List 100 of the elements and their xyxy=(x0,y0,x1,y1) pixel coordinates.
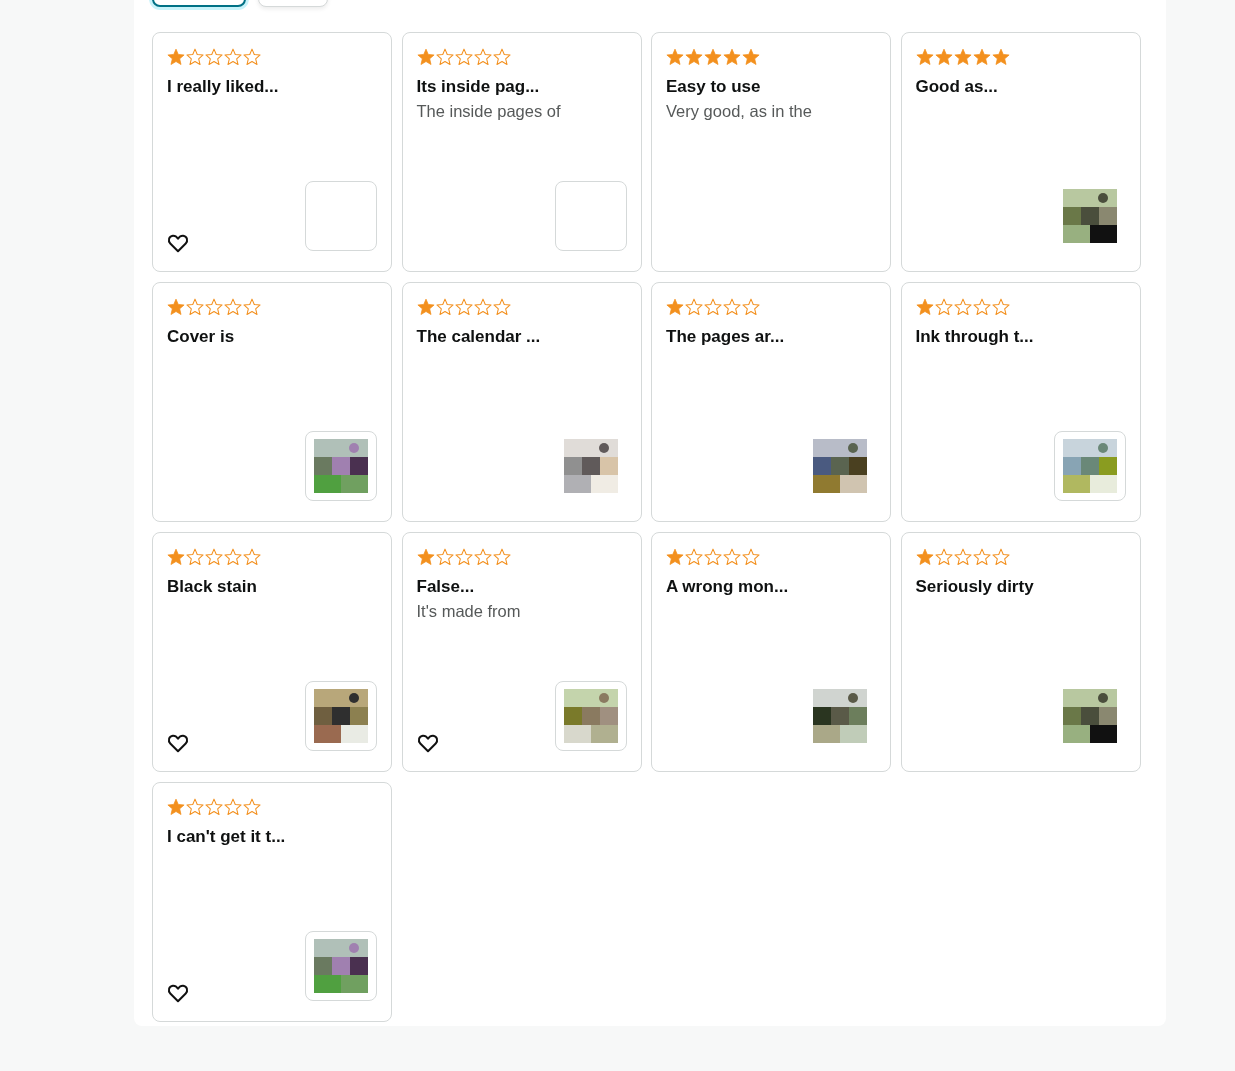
review-text: Very good, as in the xyxy=(666,101,813,122)
review-card[interactable]: Black stain xyxy=(152,532,392,772)
review-title: The calendar ... xyxy=(416,326,542,348)
star-icon xyxy=(723,48,741,66)
star-icon xyxy=(972,298,991,316)
star-icon xyxy=(435,48,454,66)
review-text: It's made from xyxy=(416,601,522,622)
star-icon xyxy=(205,798,223,816)
star-icon xyxy=(186,798,204,816)
review-title: Ink through t... xyxy=(915,326,1035,348)
star-icon xyxy=(473,548,492,566)
review-card[interactable]: The calendar ... xyxy=(401,282,642,522)
star-icon xyxy=(953,548,972,566)
star-icon xyxy=(243,548,261,566)
star-icon xyxy=(492,48,511,66)
star-icon xyxy=(685,298,703,316)
star-icon xyxy=(435,298,454,316)
star-icon xyxy=(934,298,953,316)
star-icon xyxy=(723,298,741,316)
star-icon xyxy=(915,48,934,66)
star-icon xyxy=(435,548,454,566)
star-icon xyxy=(915,298,934,316)
review-card[interactable]: A wrong mon... xyxy=(651,532,891,772)
star-icon xyxy=(167,798,185,816)
star-icon xyxy=(186,548,204,566)
review-card[interactable]: I really liked... xyxy=(152,32,392,272)
review-card[interactable]: I can't get it t... xyxy=(152,782,392,1022)
review-card[interactable]: The pages ar... xyxy=(651,282,891,522)
star-icon xyxy=(934,48,953,66)
star-icon xyxy=(685,48,703,66)
star-icon xyxy=(666,548,684,566)
star-icon xyxy=(953,48,972,66)
review-card[interactable]: Seriously dirty xyxy=(900,532,1141,772)
star-icon xyxy=(186,48,204,66)
review-card[interactable]: Cover is xyxy=(152,282,392,522)
review-title: Black stain xyxy=(167,576,258,598)
star-icon xyxy=(224,48,242,66)
star-icon xyxy=(685,548,703,566)
star-icon xyxy=(243,798,261,816)
star-icon xyxy=(205,298,223,316)
star-icon xyxy=(704,48,722,66)
review-image[interactable] xyxy=(305,431,377,501)
star-icon xyxy=(205,48,223,66)
review-title: Good as... xyxy=(915,76,999,98)
review-text: The inside pages of xyxy=(416,101,562,122)
star-icon xyxy=(205,548,223,566)
star-icon xyxy=(934,548,953,566)
star-icon xyxy=(742,298,760,316)
review-card[interactable]: False... It's made from xyxy=(401,532,642,772)
star-icon xyxy=(492,298,511,316)
star-icon xyxy=(666,48,684,66)
star-icon xyxy=(953,298,972,316)
review-card[interactable]: Its inside pag... The inside pages of xyxy=(401,32,642,272)
star-icon xyxy=(454,48,473,66)
star-icon xyxy=(416,298,435,316)
review-title: Its inside pag... xyxy=(416,76,541,98)
star-icon xyxy=(723,548,741,566)
star-icon xyxy=(704,548,722,566)
star-icon xyxy=(243,48,261,66)
review-card[interactable]: Easy to use Very good, as in the xyxy=(651,32,891,272)
star-icon xyxy=(243,298,261,316)
star-icon xyxy=(972,48,991,66)
star-icon xyxy=(915,548,934,566)
review-card[interactable]: Ink through t... xyxy=(900,282,1141,522)
star-icon xyxy=(972,548,991,566)
star-icon xyxy=(473,48,492,66)
review-title: The pages ar... xyxy=(666,326,786,348)
heart-icon[interactable] xyxy=(416,733,439,753)
star-icon xyxy=(167,548,185,566)
star-icon xyxy=(224,548,242,566)
star-icon xyxy=(167,298,185,316)
review-title: I really liked... xyxy=(167,76,280,98)
review-title: Seriously dirty xyxy=(915,576,1035,598)
star-icon xyxy=(704,298,722,316)
star-icon xyxy=(742,548,760,566)
star-icon xyxy=(186,298,204,316)
star-icon xyxy=(991,298,1010,316)
review-title: False... xyxy=(416,576,476,598)
star-icon xyxy=(454,298,473,316)
star-icon xyxy=(666,298,684,316)
star-icon xyxy=(224,298,242,316)
heart-icon[interactable] xyxy=(167,233,189,253)
heart-icon[interactable] xyxy=(167,733,189,753)
star-icon xyxy=(473,298,492,316)
star-icon xyxy=(224,798,242,816)
star-icon xyxy=(454,548,473,566)
review-image[interactable] xyxy=(305,681,377,751)
review-image[interactable] xyxy=(305,931,377,1001)
star-icon xyxy=(742,48,760,66)
review-title: I can't get it t... xyxy=(167,826,287,848)
review-title: Easy to use xyxy=(666,76,762,98)
star-icon xyxy=(167,48,185,66)
review-title: A wrong mon... xyxy=(666,576,790,598)
star-icon xyxy=(991,548,1010,566)
review-card[interactable]: Good as... xyxy=(900,32,1141,272)
star-icon xyxy=(492,548,511,566)
heart-icon[interactable] xyxy=(167,983,189,1003)
star-icon xyxy=(416,548,435,566)
star-icon xyxy=(416,48,435,66)
star-icon xyxy=(991,48,1010,66)
